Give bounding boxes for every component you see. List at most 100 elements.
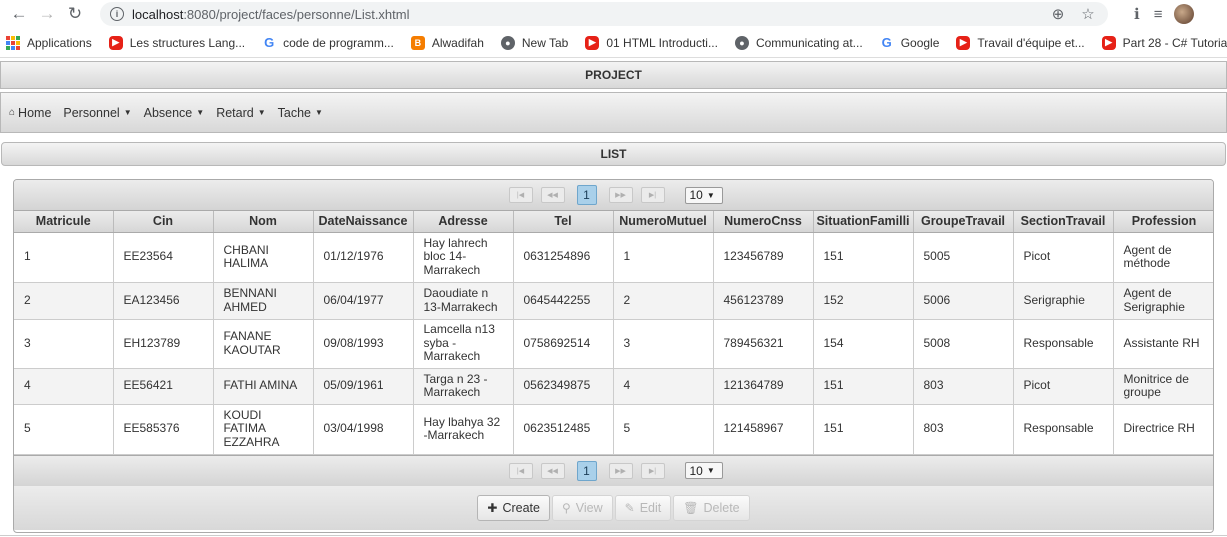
column-header[interactable]: GroupeTravail (913, 211, 1014, 233)
menu-retard-label: Retard (216, 105, 254, 120)
first-page-icon[interactable]: |◀ (508, 462, 533, 479)
blogger-icon: B (410, 35, 425, 50)
column-header[interactable]: SectionTravail (1013, 211, 1114, 233)
bookmark-item[interactable]: G Google (880, 35, 940, 50)
next-page-icon[interactable]: ▶▶ (608, 187, 633, 203)
table-cell: 03/04/1998 (313, 404, 414, 455)
table-row[interactable]: 4 EE56421 FATHI AMINA 05/09/1961 Targa n 23 … (14, 368, 1213, 405)
action-bar: ✚ Create ⚲ View ✎ Edit 🗑 Delete (14, 485, 1213, 530)
rows-per-page-value: 10 (689, 463, 703, 478)
table-row[interactable]: 5 EE585376 KOUDI FATIMA EZZAHRA 03/04/1998 H… (14, 404, 1213, 455)
search-icon: ⚲ (561, 500, 571, 515)
edit-button[interactable]: ✎ Edit (614, 494, 672, 521)
info-icon[interactable]: i (110, 7, 124, 21)
table-cell: 3 (14, 319, 114, 369)
caret-down-icon: ▼ (123, 108, 132, 117)
next-page-icon[interactable]: ▶▶ (608, 462, 633, 479)
address-bar[interactable]: i localhost:8080/project/faces/personne/… (100, 2, 1108, 26)
column-header[interactable]: Nom (213, 211, 314, 233)
last-page-icon[interactable]: ▶| (640, 187, 665, 203)
menu-personnel[interactable]: Personnel ▼ (63, 106, 131, 120)
bookmark-label: Communicating at... (755, 35, 863, 50)
table-row[interactable]: 1 EE23564 CHBANI HALIMA 01/12/1976 Hay lahre… (14, 232, 1213, 283)
table-header-row: Matricule Cin Nom DateNaissance Adresse Tel Nu… (14, 211, 1213, 233)
bookmark-item[interactable]: ● New Tab (500, 35, 569, 50)
bookmark-label: Google (900, 35, 940, 50)
view-button[interactable]: ⚲ View (551, 494, 613, 521)
personnel-table: Matricule Cin Nom DateNaissance Adresse Tel Nu… (14, 211, 1213, 455)
prev-page-icon[interactable]: ◀◀ (540, 187, 565, 203)
table-row[interactable]: 3 EH123789 FANANE KAOUTAR 09/08/1993 Lamcell… (14, 319, 1213, 369)
column-header[interactable]: Adresse (413, 211, 514, 233)
menu-retard[interactable]: Retard ▼ (216, 106, 265, 120)
bookmark-label: New Tab (521, 35, 569, 50)
table-cell: 3 (613, 319, 714, 369)
edit-label: Edit (639, 500, 662, 515)
column-header[interactable]: Matricule (14, 211, 114, 233)
bookmark-label: Travail d'équipe et... (977, 35, 1085, 50)
forward-icon[interactable]: → (36, 3, 58, 25)
list-title: LIST (1, 142, 1226, 166)
column-header[interactable]: Cin (113, 211, 214, 233)
bookmark-item[interactable]: ● Communicating at... (734, 35, 863, 50)
rows-per-page-select[interactable]: 10 ▼ (684, 186, 723, 204)
profile-avatar[interactable] (1174, 4, 1195, 24)
table-cell: 5 (613, 404, 714, 455)
menu-absence[interactable]: Absence ▼ (144, 106, 205, 120)
prev-page-icon[interactable]: ◀◀ (540, 462, 565, 479)
app-root: PROJECT ⌂ Home Personnel ▼ Absence ▼ Ret… (0, 61, 1227, 537)
table-cell: 121364789 (713, 368, 814, 405)
back-icon[interactable]: ← (8, 3, 30, 25)
bookmark-item[interactable]: Gcode de programm... (262, 35, 394, 50)
column-header[interactable]: Profession (1113, 211, 1213, 233)
column-header[interactable]: SituationFamilli (813, 211, 914, 233)
bookmark-star-icon[interactable]: ☆ (1078, 5, 1098, 23)
bookmark-item[interactable]: ▶ Les structures Lang... (108, 35, 245, 50)
table-cell: 0631254896 (513, 232, 614, 283)
first-page-icon[interactable]: |◀ (508, 187, 533, 203)
table-cell: Serigraphie (1013, 282, 1114, 320)
extension-icon[interactable]: ℹ (1134, 5, 1140, 23)
trash-icon: 🗑 (683, 500, 699, 515)
bookmark-item[interactable]: ▶ Travail d'équipe et... (956, 35, 1085, 50)
column-header[interactable]: NumeroMutuel (613, 211, 714, 233)
table-cell: 1 (14, 232, 114, 283)
youtube-icon: ▶ (1101, 35, 1116, 50)
column-header[interactable]: DateNaissance (313, 211, 414, 233)
table-row[interactable]: 2 EA123456 BENNANI AHMED 06/04/1977 Daoudiat… (14, 282, 1213, 320)
delete-button[interactable]: 🗑 Delete (673, 494, 750, 521)
page-button[interactable]: 1 (576, 460, 597, 481)
table-cell: Targa n 23 - Marrakech (413, 368, 514, 405)
table-cell: 456123789 (713, 282, 814, 320)
bookmark-item[interactable]: ▶ 01 HTML Introducti... (585, 35, 718, 50)
bookmark-item[interactable]: ▶ Part 28 - C# Tutoria... (1101, 35, 1227, 50)
table-cell: KOUDI FATIMA EZZAHRA (213, 404, 314, 455)
zoom-icon[interactable]: ⊕ (1048, 5, 1068, 23)
table-cell: Agent de méthode (1113, 232, 1213, 283)
rows-per-page-select[interactable]: 10 ▼ (684, 462, 723, 479)
media-queue-icon[interactable]: ≡ (1154, 6, 1163, 23)
table-cell: 0562349875 (513, 368, 614, 405)
menu-tache[interactable]: Tache ▼ (278, 106, 323, 120)
column-header[interactable]: NumeroCnss (713, 211, 814, 233)
create-button[interactable]: ✚ Create (477, 494, 550, 521)
bookmark-label: Part 28 - C# Tutoria... (1122, 35, 1227, 50)
browser-toolbar: ← → ↻ i localhost:8080/project/faces/per… (0, 0, 1227, 28)
table-cell: 09/08/1993 (313, 319, 414, 369)
table-cell: 5 (14, 404, 114, 455)
caret-down-icon: ▼ (257, 108, 266, 117)
last-page-icon[interactable]: ▶| (640, 462, 665, 479)
menu-home-label: Home (18, 105, 52, 120)
bookmark-item[interactable]: Applications (6, 35, 92, 50)
table-cell: EE585376 (113, 404, 214, 455)
page-button[interactable]: 1 (576, 185, 597, 205)
bookmark-item[interactable]: B Alwadifah (410, 35, 484, 50)
reload-icon[interactable]: ↻ (64, 3, 86, 25)
menu-home[interactable]: ⌂ Home (9, 106, 51, 120)
google-icon: G (881, 35, 892, 50)
paginator-top: |◀ ◀◀ 1 ▶▶ ▶| 10 ▼ (14, 180, 1213, 211)
chevron-down-icon: ▼ (706, 190, 715, 200)
table-cell: Hay lbahya 32 -Marrakech (413, 404, 514, 455)
view-label: View (575, 500, 603, 515)
column-header[interactable]: Tel (513, 211, 614, 233)
